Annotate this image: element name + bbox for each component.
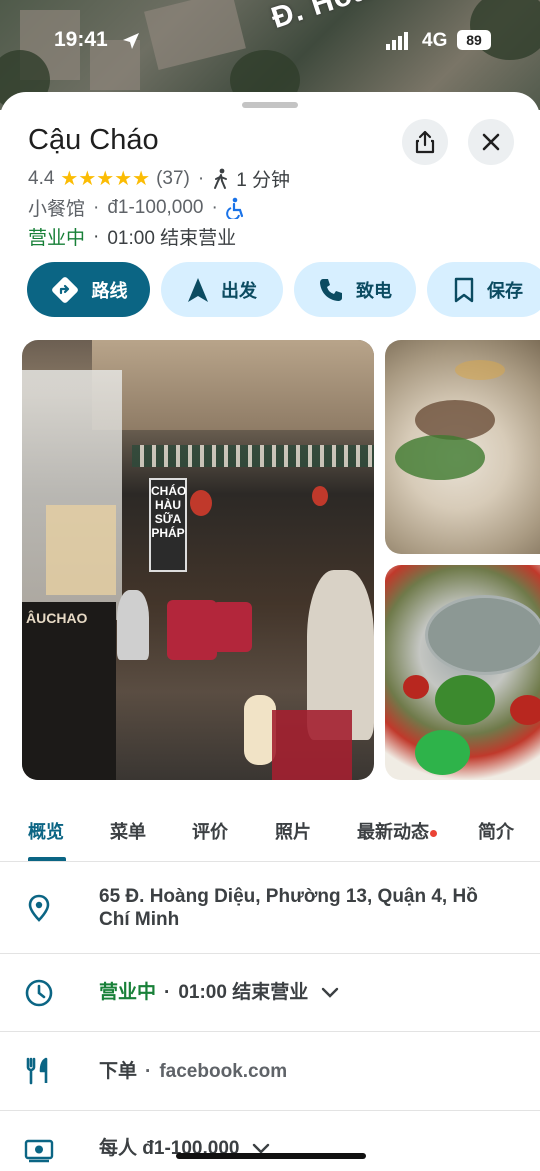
- photo-porridge[interactable]: [385, 340, 540, 554]
- tab-reviews[interactable]: 评价: [192, 818, 228, 844]
- clock-icon: [25, 979, 53, 1007]
- action-buttons: 路线 出发 致电 保存: [27, 262, 540, 318]
- walk-time: 1 分钟: [236, 170, 291, 191]
- updates-notification-dot: [430, 830, 437, 837]
- photo-carousel[interactable]: CHÁO HÀU SỮA PHÁP ÂUCHAO: [22, 340, 540, 780]
- tab-about[interactable]: 简介: [478, 818, 514, 844]
- chevron-down-icon[interactable]: [320, 986, 340, 1000]
- call-button[interactable]: 致电: [294, 262, 416, 317]
- order-site-link[interactable]: facebook.com: [159, 1060, 287, 1083]
- location-pin-icon: [28, 894, 50, 922]
- review-count: (37): [156, 167, 190, 189]
- close-icon: [482, 133, 500, 151]
- status-bar: 19:41 4G 89: [0, 0, 540, 80]
- category-row: 小餐馆 · đ1-100,000 ·: [28, 194, 246, 221]
- order-row[interactable]: 下单 · facebook.com: [0, 1032, 540, 1111]
- save-button[interactable]: 保存: [427, 262, 540, 317]
- directions-label: 路线: [91, 280, 128, 301]
- hours-close-time: 01:00 结束营业: [178, 982, 309, 1003]
- tab-overview[interactable]: 概览: [28, 818, 64, 844]
- photo-restaurant-interior[interactable]: CHÁO HÀU SỮA PHÁP ÂUCHAO: [22, 340, 374, 780]
- start-button[interactable]: 出发: [161, 262, 283, 317]
- directions-icon: [51, 276, 78, 303]
- bookmark-icon: [454, 277, 474, 302]
- phone-icon: [320, 278, 342, 301]
- closing-time: 01:00 结束营业: [107, 228, 237, 249]
- place-title: Cậu Cháo: [28, 124, 159, 156]
- sheet-drag-handle[interactable]: [242, 102, 298, 108]
- close-button[interactable]: [468, 119, 514, 165]
- price-range: đ1-100,000: [107, 196, 204, 218]
- tab-menu[interactable]: 菜单: [110, 818, 146, 844]
- call-label: 致电: [356, 280, 392, 301]
- hours-row[interactable]: 营业中 · 01:00 结束营业: [0, 954, 540, 1032]
- start-label: 出发: [221, 280, 257, 301]
- share-icon: [415, 130, 435, 154]
- battery-indicator: 89: [457, 30, 491, 50]
- place-sheet: Cậu Cháo 4.4 ★★★★★ (37) · 1 分钟 小餐馆 · đ1-…: [0, 92, 540, 1171]
- open-status: 营业中: [28, 228, 86, 249]
- cutlery-icon: [26, 1057, 48, 1085]
- place-category: 小餐馆: [28, 199, 86, 220]
- save-label: 保存: [487, 280, 523, 301]
- photo-hotpot-dishes[interactable]: [385, 565, 540, 780]
- price-row[interactable]: 每人 đ1-100,000: [0, 1111, 540, 1171]
- rating-stars: ★★★★★: [60, 168, 151, 190]
- hours-summary-row: 营业中 · 01:00 结束营业: [28, 223, 236, 250]
- tab-photos[interactable]: 照片: [275, 818, 311, 844]
- wheelchair-icon: [226, 197, 243, 219]
- network-type: 4G: [422, 30, 448, 51]
- walking-icon: [214, 168, 228, 189]
- restaurant-sign: CHÁO HÀU SỮA PHÁP: [149, 478, 187, 572]
- order-label: 下单: [99, 1061, 138, 1082]
- home-indicator[interactable]: [176, 1153, 366, 1159]
- hours-open-status: 营业中: [99, 982, 157, 1003]
- share-button[interactable]: [402, 119, 448, 165]
- rating-value: 4.4: [28, 167, 55, 189]
- navigation-arrow-icon: [188, 277, 208, 302]
- directions-button[interactable]: 路线: [27, 262, 150, 317]
- tab-updates[interactable]: 最新动态: [357, 818, 429, 844]
- menu-board: ÂUCHAO: [22, 602, 116, 780]
- location-arrow-icon: [123, 33, 139, 49]
- signal-icon: [386, 32, 408, 50]
- money-icon: [24, 1139, 54, 1163]
- rating-row[interactable]: 4.4 ★★★★★ (37) · 1 分钟: [28, 165, 290, 192]
- status-time: 19:41: [54, 28, 108, 51]
- active-tab-indicator: [28, 857, 66, 861]
- address-row[interactable]: 65 Đ. Hoàng Diệu, Phường 13, Quận 4, Hồ …: [0, 863, 540, 954]
- address-text: 65 Đ. Hoàng Diệu, Phường 13, Quận 4, Hồ …: [99, 886, 478, 930]
- place-tabs: 概览 菜单 评价 照片 最新动态 简介: [0, 810, 540, 862]
